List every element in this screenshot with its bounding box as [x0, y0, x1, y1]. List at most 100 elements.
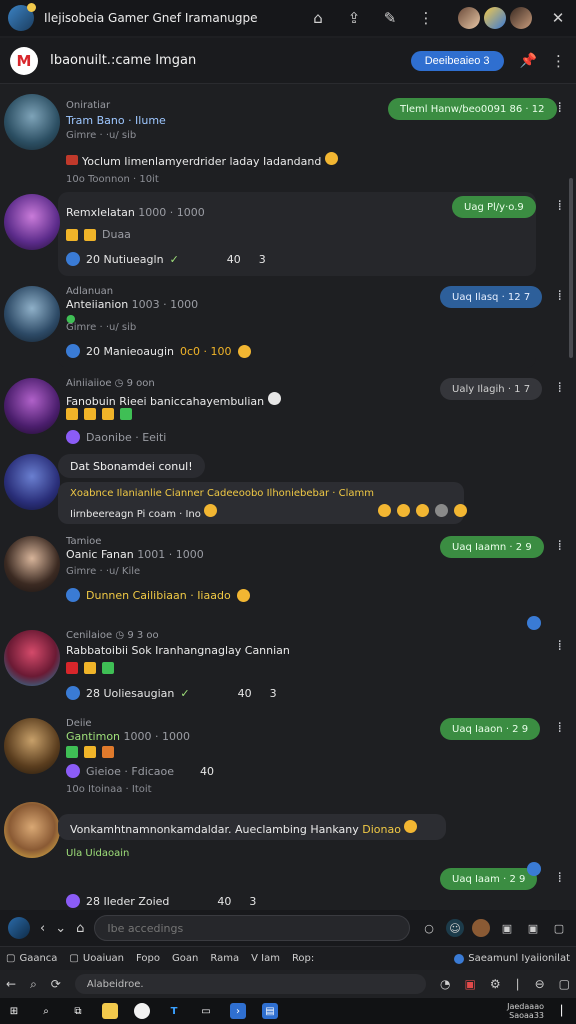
- reaction-icon[interactable]: [66, 686, 80, 700]
- reaction-icon[interactable]: [66, 430, 80, 444]
- avatar[interactable]: [4, 536, 60, 592]
- pen-icon[interactable]: ✎: [380, 8, 400, 28]
- user-avatar-3[interactable]: [510, 7, 532, 29]
- reaction-icon[interactable]: [66, 894, 80, 908]
- more-dots-icon[interactable]: ⁞: [558, 198, 562, 214]
- back-icon[interactable]: ‹: [40, 921, 45, 936]
- text-app-icon[interactable]: T: [166, 1003, 182, 1019]
- avatar[interactable]: [4, 630, 60, 686]
- profile-icon[interactable]: [472, 919, 490, 937]
- tab-item[interactable]: Fopo: [136, 953, 160, 964]
- settings-icon[interactable]: ⚙: [490, 977, 501, 991]
- grid-icon[interactable]: ▢: [559, 977, 570, 991]
- more-dots-icon[interactable]: ⁞: [558, 538, 562, 554]
- chat-app-icon[interactable]: ▭: [198, 1003, 214, 1019]
- tab-strip-right[interactable]: Saeamunl Iyaiionilat: [454, 953, 570, 964]
- message-item[interactable]: Deiie Gantimon 1000 · 1000 Gieioe · Fdic…: [0, 714, 576, 798]
- message-item[interactable]: Oniratiar Tram Bano · Ilume Gimre · ·u/ …: [0, 90, 576, 186]
- message-item[interactable]: Dat Sbonamdei conul! Xoabnce Ilanianlie …: [0, 454, 576, 528]
- reaction-icon[interactable]: [66, 344, 80, 358]
- message-item[interactable]: Remxlelatan 1000 · 1000 Duaa 20 Nutiueag…: [0, 190, 576, 278]
- emoji-picker-icon[interactable]: ☺: [446, 919, 464, 937]
- more-dots-icon[interactable]: ⁞: [558, 720, 562, 736]
- more-dots-icon[interactable]: ⁞: [558, 870, 562, 886]
- notification-icon[interactable]: ▣: [464, 977, 475, 991]
- new-indicator-icon[interactable]: [527, 862, 541, 876]
- app-avatar[interactable]: [8, 3, 36, 31]
- more-dots-icon[interactable]: ⁞: [558, 100, 562, 116]
- more-dots-icon[interactable]: ⁞: [558, 288, 562, 304]
- clock[interactable]: Jaedaaao Saoaa33: [507, 1002, 544, 1020]
- status-pill[interactable]: Uaq Iaamn · 2 9: [440, 536, 544, 558]
- minimize-icon[interactable]: ⊖: [535, 977, 545, 991]
- sticker-icon[interactable]: ▣: [524, 919, 542, 937]
- message-feed[interactable]: Oniratiar Tram Bano · Ilume Gimre · ·u/ …: [0, 86, 576, 908]
- message-item[interactable]: Tamioe Oanic Fanan 1001 · 1000 Gimre · ·…: [0, 532, 576, 630]
- message-author[interactable]: Vonkamhtnamnonkamdaldar. Aueclambing Han…: [70, 823, 359, 836]
- message-author[interactable]: Rabbatoibii Sok Iranhangnaglay Cannian: [66, 644, 290, 657]
- message-item[interactable]: Cenilaioe ◷ 9 3 oo Rabbatoibii Sok Iranh…: [0, 626, 576, 710]
- message-item[interactable]: Adlanuan Anteiianion 1003 · 1000 ● Gimre…: [0, 282, 576, 372]
- avatar[interactable]: [4, 194, 60, 250]
- search-icon[interactable]: ⌕: [30, 977, 37, 992]
- status-pill[interactable]: Ualy Ilagih · 1 7: [440, 378, 543, 400]
- close-icon[interactable]: ✕: [548, 8, 568, 28]
- message-author[interactable]: Gantimon: [66, 730, 120, 743]
- status-pill[interactable]: Tleml Hanw/beo0091 86 · 12: [388, 98, 557, 120]
- address-input[interactable]: [74, 974, 426, 994]
- avatar[interactable]: [4, 454, 60, 510]
- pin-icon[interactable]: 📌: [520, 53, 537, 69]
- tab-item[interactable]: Goan: [172, 953, 198, 964]
- reaction-icon[interactable]: [66, 764, 80, 778]
- message-author[interactable]: Dat Sbonamdei conul!: [58, 454, 205, 478]
- chat-icon[interactable]: ◔: [440, 977, 450, 991]
- tab-item[interactable]: ▢ Gaanca: [6, 953, 57, 964]
- join-button[interactable]: Deeibeaieo 3: [410, 50, 504, 71]
- message-input[interactable]: [94, 915, 410, 941]
- reaction-icon[interactable]: [66, 252, 80, 266]
- tab-item[interactable]: Rama: [210, 953, 239, 964]
- user-avatar-1[interactable]: [458, 7, 480, 29]
- message-author[interactable]: Remxlelatan: [66, 206, 135, 219]
- more-dots-icon[interactable]: ⁞: [558, 638, 562, 654]
- terminal-icon[interactable]: ›: [230, 1003, 246, 1019]
- reaction-icon[interactable]: [66, 588, 80, 602]
- browser-icon[interactable]: [134, 1003, 150, 1019]
- circle-icon[interactable]: ○: [420, 919, 438, 937]
- channel-logo[interactable]: M: [10, 46, 38, 75]
- message-item[interactable]: Ainiiaiioe ◷ 9 oon Fanobuin Rieei banicc…: [0, 374, 576, 456]
- status-pill[interactable]: Uaq Ilasq · 12 7: [440, 286, 543, 308]
- avatar[interactable]: [4, 718, 60, 774]
- avatar[interactable]: [4, 286, 60, 342]
- file-explorer-icon[interactable]: [102, 1003, 118, 1019]
- tab-item[interactable]: Rop:: [292, 953, 314, 964]
- attach-icon[interactable]: ▢: [550, 919, 568, 937]
- message-item[interactable]: Vonkamhtnamnonkamdaldar. Aueclambing Han…: [0, 798, 576, 908]
- user-avatar-2[interactable]: [484, 7, 506, 29]
- message-author[interactable]: Tram Bano · Ilume: [66, 114, 166, 127]
- search-icon[interactable]: ⌕: [38, 1003, 54, 1019]
- home-icon[interactable]: ⌂: [308, 8, 328, 28]
- share-icon[interactable]: ⇪: [344, 8, 364, 28]
- dropdown-chevron-icon[interactable]: ⌄: [55, 921, 66, 936]
- message-author[interactable]: Anteiianion: [66, 298, 128, 311]
- avatar[interactable]: [4, 802, 60, 858]
- more-dots-icon[interactable]: ⁞: [558, 380, 562, 396]
- tab-item[interactable]: ▢ Uoaiuan: [69, 953, 124, 964]
- composer-avatar[interactable]: [8, 917, 30, 939]
- avatar[interactable]: [4, 94, 60, 150]
- gif-icon[interactable]: ▣: [498, 919, 516, 937]
- start-icon[interactable]: ⊞: [6, 1003, 22, 1019]
- message-author[interactable]: Fanobuin Rieei baniccahayembulian: [66, 395, 264, 408]
- home-icon[interactable]: ⌂: [76, 921, 84, 936]
- task-view-icon[interactable]: ⧉: [70, 1003, 86, 1019]
- editor-icon[interactable]: ▤: [262, 1003, 278, 1019]
- avatar[interactable]: [4, 378, 60, 434]
- message-author[interactable]: Oanic Fanan: [66, 548, 134, 561]
- tab-item[interactable]: V Iam: [251, 953, 280, 964]
- back-arrow-icon[interactable]: ←: [6, 977, 16, 991]
- status-pill[interactable]: Uag Pl/y·o.9: [452, 196, 536, 218]
- refresh-icon[interactable]: ⟳: [51, 977, 61, 991]
- status-pill[interactable]: Uaq Iaam · 2 9: [440, 868, 538, 890]
- more-vertical-icon[interactable]: ⋮: [551, 52, 566, 70]
